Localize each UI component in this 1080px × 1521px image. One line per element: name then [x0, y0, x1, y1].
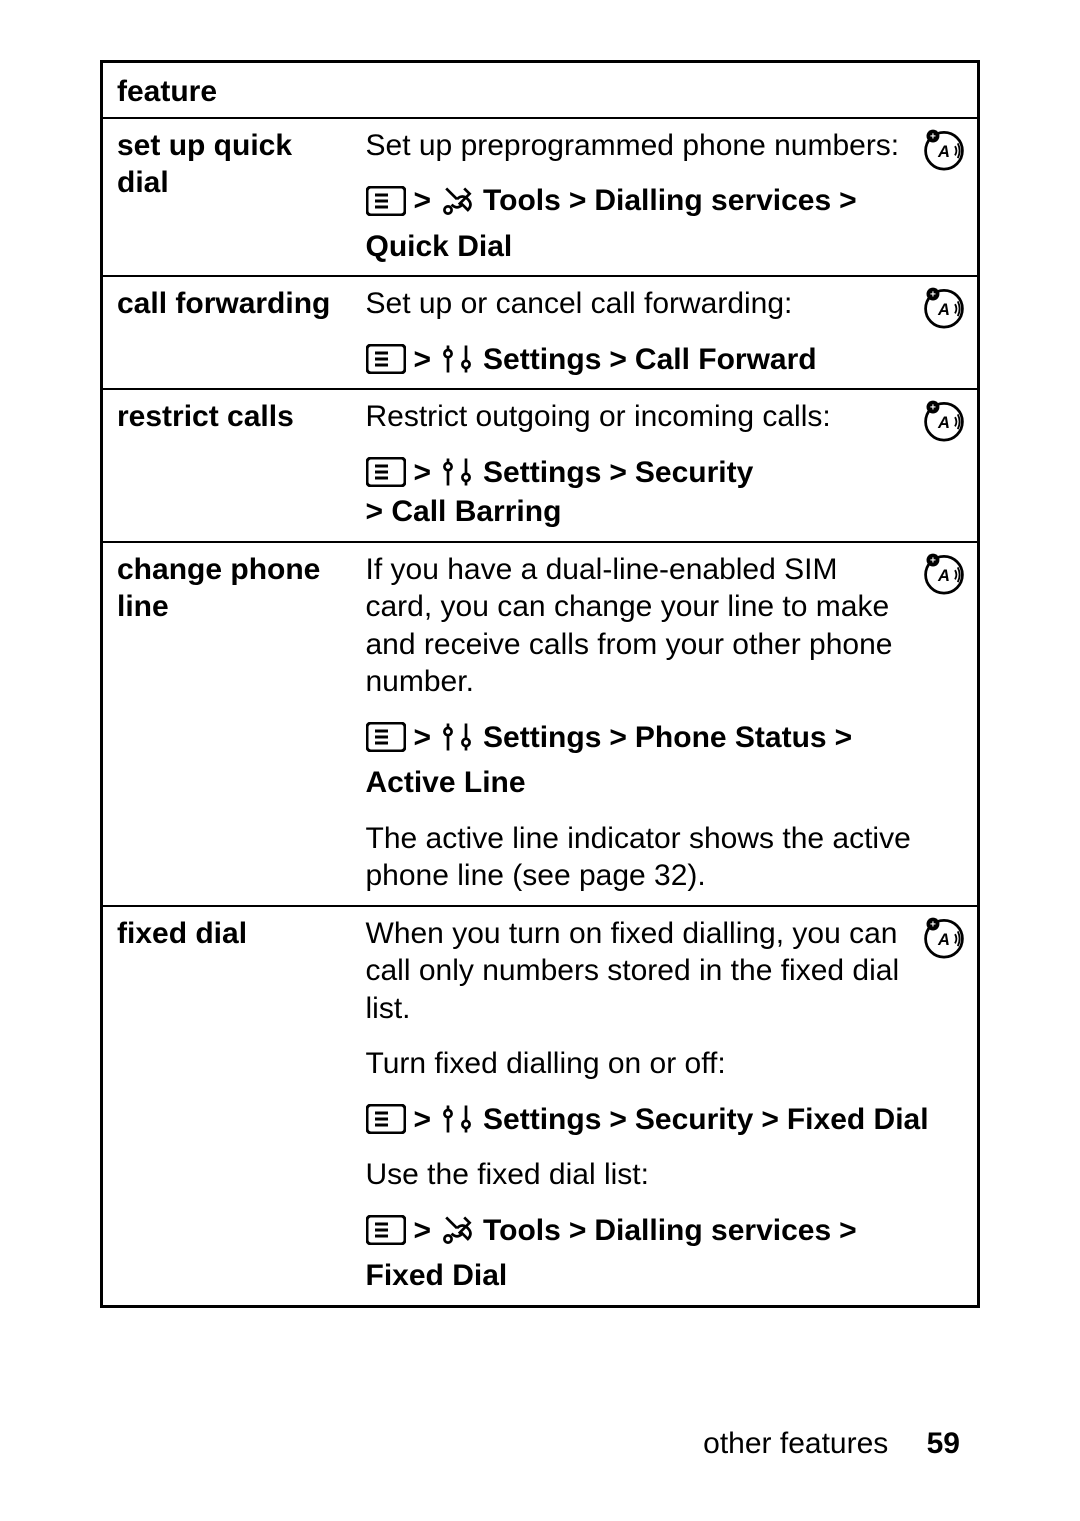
instruction-text: Turn fixed dialling on or off: — [366, 1045, 964, 1083]
separator: > — [835, 719, 853, 757]
nav-step: Settings — [483, 1101, 601, 1139]
operator-feature-icon — [921, 396, 967, 442]
nav-step: Tools — [483, 182, 561, 220]
nav-step: Active Line — [366, 764, 526, 802]
separator: > — [761, 1101, 779, 1139]
nav-path: > Settings > Call Forward — [366, 341, 964, 379]
description-text: Restrict outgoing or incoming calls: — [366, 398, 964, 436]
feature-name: change phone line — [102, 542, 352, 906]
feature-description: Set up preprogrammed phone numbers: > Too… — [352, 118, 979, 277]
description-text: When you turn on fixed dialling, you can… — [366, 915, 964, 1028]
nav-path: > Settings > Security — [366, 454, 964, 492]
nav-step: Call Forward — [635, 341, 817, 379]
separator: > — [414, 1101, 432, 1139]
feature-description: Set up or cancel call forwarding: > Setti… — [352, 276, 979, 389]
menu-icon — [366, 186, 406, 216]
table-row: restrict callsRestrict outgoing or incom… — [102, 389, 979, 542]
separator: > — [609, 719, 627, 757]
nav-step: Fixed Dial — [787, 1101, 929, 1139]
separator: > — [609, 454, 627, 492]
page-footer: other features 59 — [703, 1427, 960, 1461]
description-text: Set up preprogrammed phone numbers: — [366, 127, 964, 165]
nav-step: Security — [635, 1101, 753, 1139]
nav-path: > Tools > Dialling services > Fixed Dial — [366, 1212, 964, 1295]
tools-icon — [439, 183, 475, 219]
page-number: 59 — [927, 1427, 960, 1460]
separator: > — [414, 719, 432, 757]
separator: > — [414, 341, 432, 379]
separator: > — [839, 182, 857, 220]
menu-icon — [366, 722, 406, 752]
feature-name: set up quick dial — [102, 118, 352, 277]
menu-icon — [366, 457, 406, 487]
separator: > — [414, 1212, 432, 1250]
footer-section-label: other features — [703, 1427, 888, 1460]
table-header: feature — [102, 62, 979, 118]
menu-icon — [366, 344, 406, 374]
feature-table: feature set up quick dialSet up preprogr… — [100, 60, 980, 1308]
nav-step: Quick Dial — [366, 228, 513, 266]
table-row: change phone lineIf you have a dual-line… — [102, 542, 979, 906]
table-row: fixed dialWhen you turn on fixed diallin… — [102, 906, 979, 1307]
nav-step: Dialling services — [594, 1212, 831, 1250]
nav-path: > Tools > Dialling services > Quick Dial — [366, 182, 964, 265]
separator: > — [569, 1212, 587, 1250]
menu-icon — [366, 1215, 406, 1245]
tools-icon — [439, 1212, 475, 1248]
settings-icon — [439, 1101, 475, 1137]
feature-name: restrict calls — [102, 389, 352, 542]
separator: > — [414, 454, 432, 492]
feature-name: fixed dial — [102, 906, 352, 1307]
nav-step: Security — [635, 454, 753, 492]
nav-path: > Settings > Phone Status > Active Line — [366, 719, 964, 802]
settings-icon — [439, 719, 475, 755]
settings-icon — [439, 454, 475, 490]
nav-step: Fixed Dial — [366, 1257, 508, 1295]
description-text: Set up or cancel call forwarding: — [366, 285, 964, 323]
operator-feature-icon — [921, 283, 967, 329]
feature-description: When you turn on fixed dialling, you can… — [352, 906, 979, 1307]
separator: > — [609, 341, 627, 379]
nav-step: Settings — [483, 341, 601, 379]
nav-step: Settings — [483, 719, 601, 757]
nav-step: Tools — [483, 1212, 561, 1250]
operator-feature-icon — [921, 913, 967, 959]
nav-path-continuation: > Call Barring — [366, 493, 964, 531]
feature-description: Restrict outgoing or incoming calls: > Se… — [352, 389, 979, 542]
separator: > — [609, 1101, 627, 1139]
nav-step: Settings — [483, 454, 601, 492]
nav-step: Dialling services — [594, 182, 831, 220]
feature-name: call forwarding — [102, 276, 352, 389]
nav-step: Phone Status — [635, 719, 827, 757]
feature-description: If you have a dual-line-enabled SIM card… — [352, 542, 979, 906]
separator: > — [839, 1212, 857, 1250]
note-text: The active line indicator shows the acti… — [366, 820, 964, 895]
separator: > — [569, 182, 587, 220]
separator: > — [414, 182, 432, 220]
table-row: set up quick dialSet up preprogrammed ph… — [102, 118, 979, 277]
description-text: If you have a dual-line-enabled SIM card… — [366, 551, 964, 701]
nav-path: > Settings > Security > Fixed Dial — [366, 1101, 964, 1139]
operator-feature-icon — [921, 125, 967, 171]
operator-feature-icon — [921, 549, 967, 595]
table-row: call forwardingSet up or cancel call for… — [102, 276, 979, 389]
menu-icon — [366, 1104, 406, 1134]
instruction-text: Use the fixed dial list: — [366, 1156, 964, 1194]
settings-icon — [439, 341, 475, 377]
